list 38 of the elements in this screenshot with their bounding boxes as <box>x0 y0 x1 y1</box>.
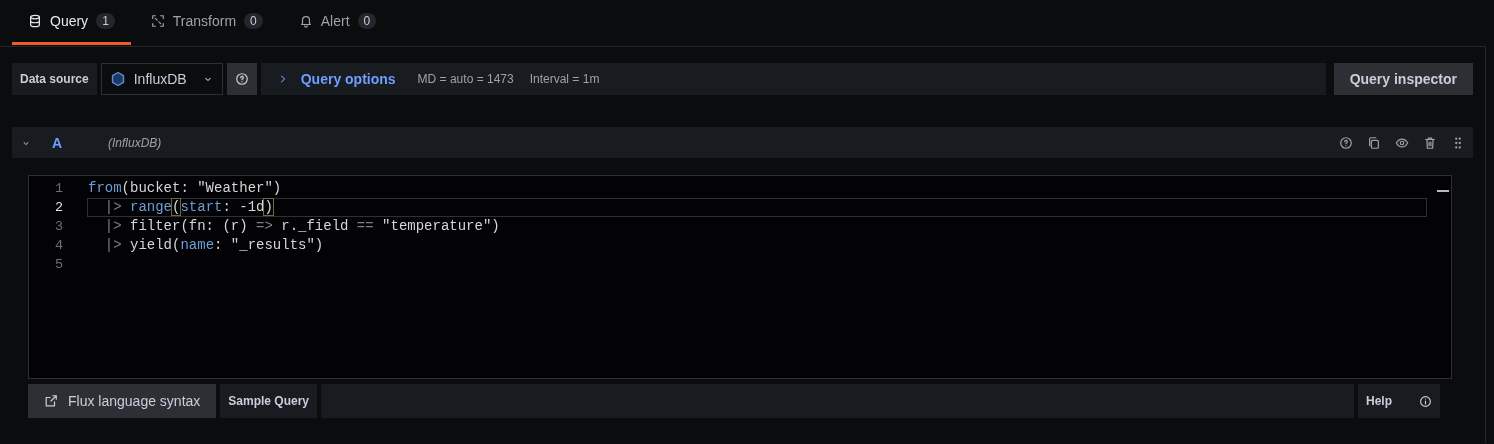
count-badge: 1 <box>96 13 115 29</box>
line-number: 5 <box>53 257 64 272</box>
code-line: |> yield(name: "_results") <box>103 236 325 255</box>
code-line: |> filter(fn: (r) => r._field == "temperature") <box>103 217 501 236</box>
line-number: 4 <box>53 238 64 253</box>
help-button[interactable]: Help <box>1358 384 1440 418</box>
transform-icon <box>150 14 165 28</box>
minimap-marker <box>1437 190 1449 192</box>
info-icon <box>1419 394 1432 408</box>
tab[interactable]: Transform 0 <box>134 0 279 45</box>
copy-icon <box>1367 135 1381 150</box>
help-icon <box>234 72 249 86</box>
count-badge: 0 <box>357 13 377 29</box>
data-source-label: Data source <box>12 63 97 95</box>
sample-query-button[interactable]: Sample Query <box>220 384 317 418</box>
query-options-toggle[interactable]: Query options <box>270 70 402 88</box>
line-number: 3 <box>53 219 64 234</box>
trash-icon <box>1423 135 1437 150</box>
query-inspector-button[interactable]: Query inspector <box>1333 63 1473 95</box>
external-link-icon <box>44 394 58 408</box>
query-name[interactable]: A <box>52 134 92 151</box>
count-badge: 0 <box>244 13 263 29</box>
line-number: 1 <box>53 181 64 196</box>
eye-icon <box>1395 135 1409 150</box>
max-data-points: MD = auto = 1473 <box>417 72 514 86</box>
query-datasource: (InfluxDB) <box>108 135 162 150</box>
database-icon <box>28 14 42 28</box>
bell-icon <box>298 14 313 28</box>
tab[interactable]: Query 1 <box>12 0 131 45</box>
interval: Interval = 1m <box>529 72 600 86</box>
help-icon <box>1339 135 1353 150</box>
code-line: from(bucket: "Weather") <box>87 179 283 198</box>
data-source-picker[interactable]: InfluxDB <box>100 63 223 95</box>
line-number: 2 <box>53 200 64 215</box>
flux-syntax-link[interactable]: Flux language syntax <box>28 384 217 418</box>
hexagon-icon <box>109 71 126 87</box>
help-button[interactable] <box>226 63 257 95</box>
tab[interactable]: Alert 0 <box>282 0 393 45</box>
